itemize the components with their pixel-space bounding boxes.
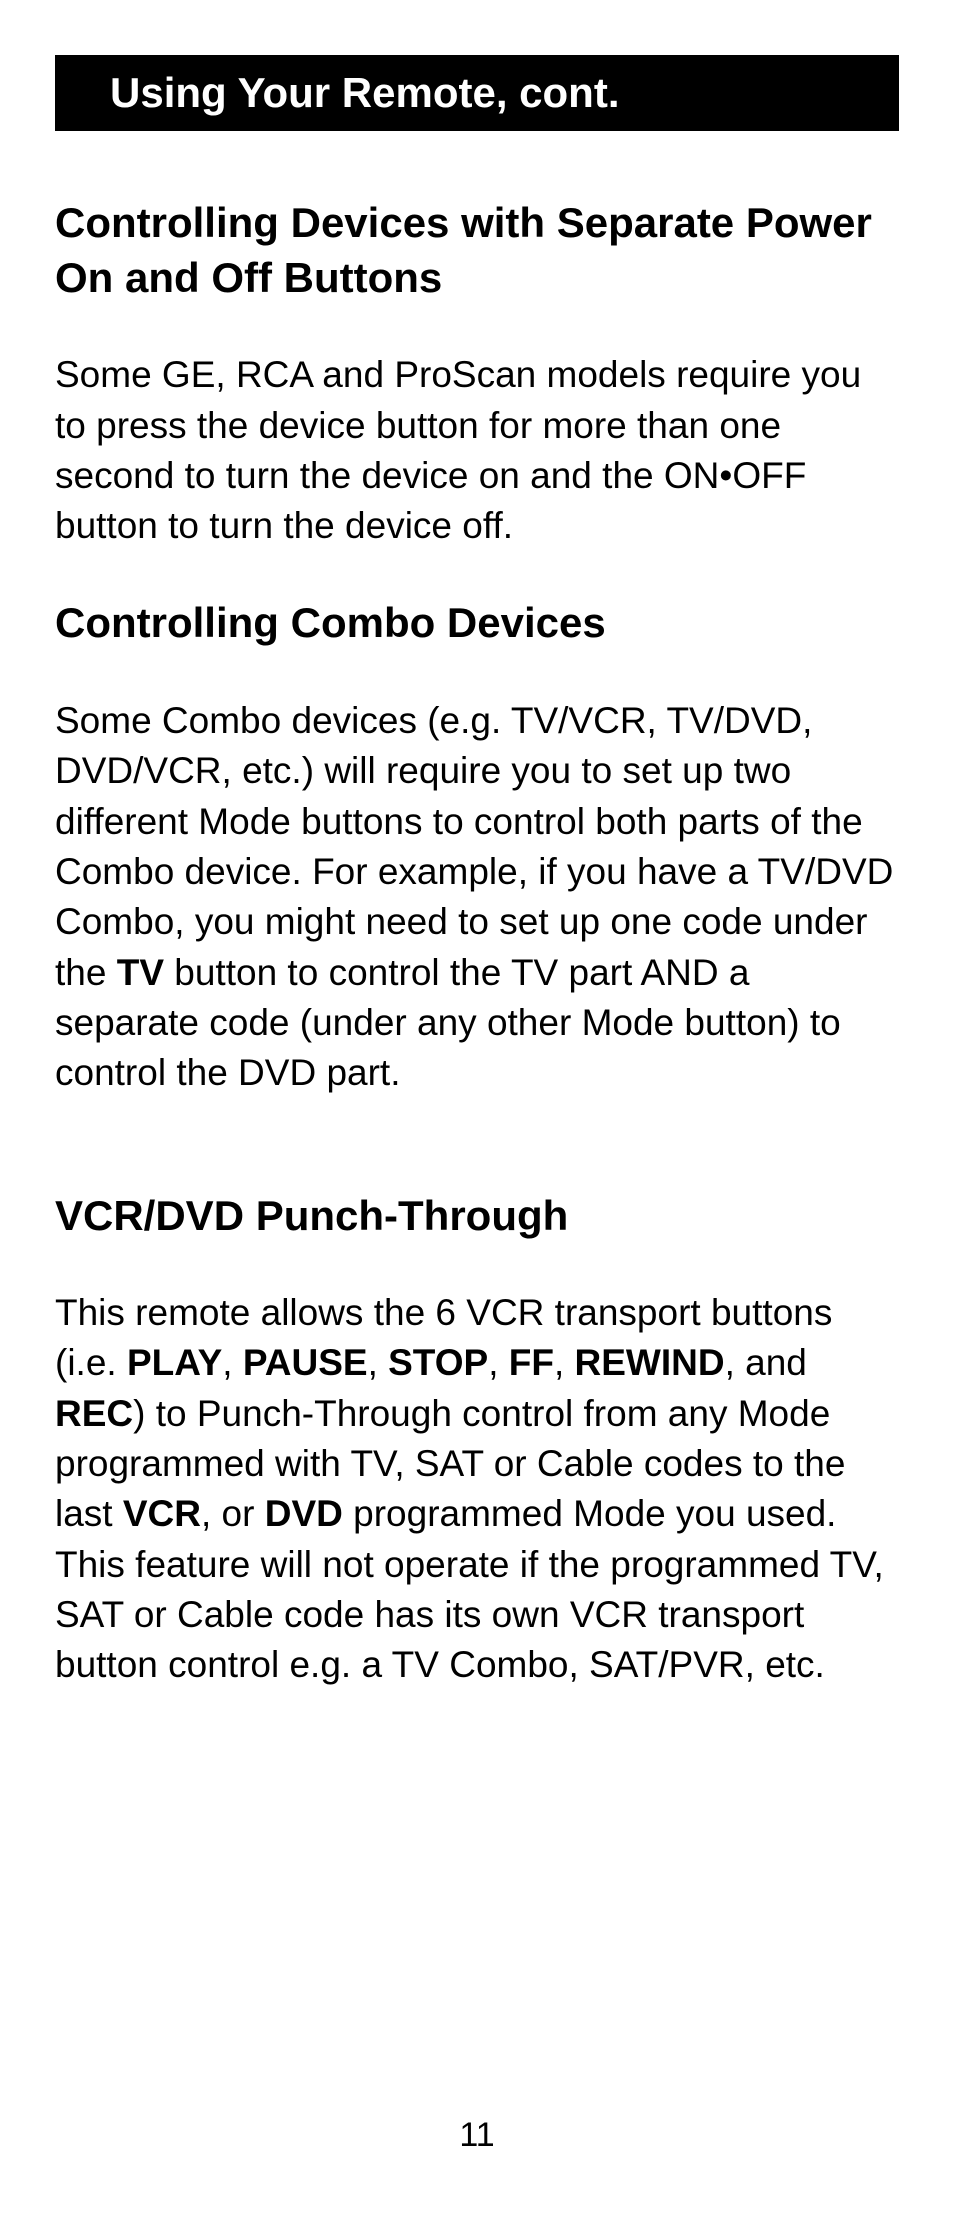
- combo-text-post: button to control the TV part AND a sepa…: [55, 952, 841, 1094]
- pt-c2: ,: [368, 1342, 389, 1383]
- pt-rewind: REWIND: [575, 1342, 725, 1383]
- combo-text-pre: Some Combo devices (e.g. TV/VCR, TV/DVD,…: [55, 700, 893, 993]
- pt-c3: ,: [488, 1342, 509, 1383]
- pt-rec: REC: [55, 1393, 133, 1434]
- combo-tv-bold: TV: [117, 952, 164, 993]
- pt-c1: ,: [222, 1342, 243, 1383]
- pt-vcr: VCR: [123, 1493, 201, 1534]
- section-body-separate-power: Some GE, RCA and ProScan models require …: [55, 350, 899, 551]
- page-title-banner: Using Your Remote, cont.: [55, 55, 899, 131]
- pt-pause: PAUSE: [243, 1342, 368, 1383]
- pt-ff: FF: [509, 1342, 554, 1383]
- section-body-punchthrough: This remote allows the 6 VCR transport b…: [55, 1288, 899, 1691]
- section-heading-combo: Controlling Combo Devices: [55, 596, 899, 651]
- page-container: Using Your Remote, cont. Controlling Dev…: [0, 0, 954, 2227]
- pt-play: PLAY: [127, 1342, 222, 1383]
- pt-c5: , and: [725, 1342, 807, 1383]
- page-title-text: Using Your Remote, cont.: [110, 69, 620, 116]
- pt-stop: STOP: [388, 1342, 488, 1383]
- pt-c6: , or: [201, 1493, 265, 1534]
- pt-c4: ,: [554, 1342, 575, 1383]
- page-number: 11: [0, 2116, 954, 2155]
- section-heading-separate-power: Controlling Devices with Separate Power …: [55, 196, 899, 305]
- section-body-combo: Some Combo devices (e.g. TV/VCR, TV/DVD,…: [55, 696, 899, 1099]
- pt-dvd: DVD: [265, 1493, 343, 1534]
- section-heading-punchthrough: VCR/DVD Punch-Through: [55, 1189, 899, 1244]
